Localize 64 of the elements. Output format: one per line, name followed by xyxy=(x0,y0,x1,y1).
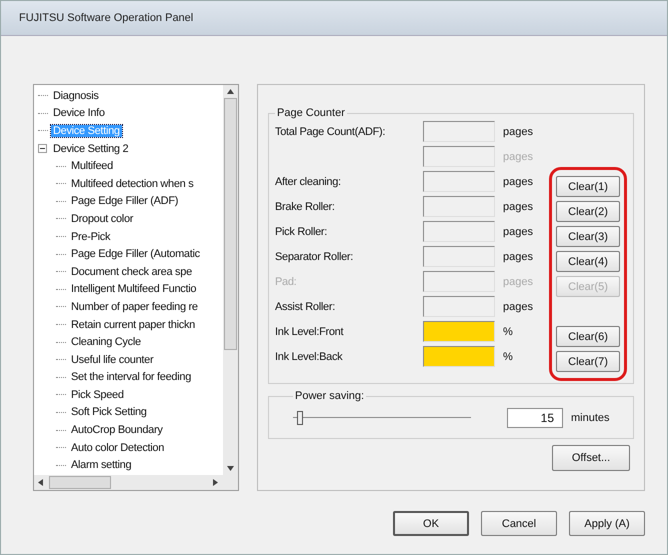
unit-label: pages xyxy=(503,250,533,262)
tree-item[interactable]: Intelligent Multifeed Functio xyxy=(69,283,198,296)
scroll-down-icon[interactable] xyxy=(227,466,234,471)
tree-item[interactable]: AutoCrop Boundary xyxy=(69,424,165,436)
tree-item[interactable]: Multifeed detection when s xyxy=(69,178,196,190)
field-label: Separator Roller: xyxy=(275,250,354,262)
tree-item[interactable]: Set the interval for feeding xyxy=(69,371,194,384)
offset-button[interactable]: Offset... xyxy=(552,445,630,471)
unit-label: % xyxy=(503,326,513,338)
slider-track[interactable] xyxy=(293,409,471,427)
tree-item[interactable]: Cleaning Cycle xyxy=(69,336,143,348)
unit-label: % xyxy=(503,350,513,362)
tree-item[interactable]: Device Setting 2 xyxy=(51,142,130,155)
field-label: Pad: xyxy=(275,276,298,288)
unit-label: pages xyxy=(503,200,533,212)
tree-item[interactable]: Dropout color xyxy=(69,212,136,225)
tree-item[interactable]: Retain current paper thickn xyxy=(69,318,197,331)
clear-button[interactable]: Clear(4) xyxy=(556,251,620,272)
tree-item[interactable]: Soft Pick Setting xyxy=(69,406,149,418)
field-label: Ink Level:Back xyxy=(275,350,344,362)
group-title: Page Counter xyxy=(276,107,346,119)
tree-item[interactable]: Document check area spe xyxy=(69,266,194,278)
tree-item[interactable]: Pre-Pick xyxy=(69,230,112,243)
minutes-field[interactable]: 15 xyxy=(507,408,563,428)
collapse-icon[interactable] xyxy=(38,144,47,154)
vertical-scrollbar[interactable] xyxy=(223,85,238,475)
window-title: FUJITSU Software Operation Panel xyxy=(19,12,194,24)
unit-label: minutes xyxy=(571,412,610,424)
clear-button[interactable]: Clear(3) xyxy=(556,226,620,247)
scroll-right-icon[interactable] xyxy=(213,479,218,486)
group-title: Power saving: xyxy=(294,390,366,402)
scroll-left-icon[interactable] xyxy=(38,479,43,486)
tree-item[interactable]: Alarm setting xyxy=(69,459,134,472)
clear-button[interactable]: Clear(6) xyxy=(556,326,620,347)
tree-item[interactable]: Page Edge Filler (Automatic xyxy=(69,248,202,260)
unit-label: pages xyxy=(503,126,533,138)
tree-item[interactable]: Multifeed xyxy=(69,160,115,172)
unit-label: pages xyxy=(503,176,533,188)
tree-item[interactable]: Auto color Detection xyxy=(69,442,166,454)
unit-label: pages xyxy=(503,150,533,162)
field-label: After cleaning: xyxy=(275,176,342,188)
tree-item[interactable]: Device Info xyxy=(51,107,107,120)
slider-thumb[interactable] xyxy=(296,411,303,425)
clear-button[interactable]: Clear(2) xyxy=(556,201,620,222)
tree-item[interactable]: Diagnosis xyxy=(51,90,101,102)
unit-label: pages xyxy=(503,300,533,312)
dialog-button[interactable]: Apply (A) xyxy=(569,511,645,536)
scroll-up-icon[interactable] xyxy=(227,89,234,94)
tree-item[interactable]: Pick Speed xyxy=(69,388,126,401)
field-label: Total Page Count(ADF): xyxy=(275,126,386,138)
tree-item[interactable]: Useful life counter xyxy=(69,354,156,366)
field-label: Ink Level:Front xyxy=(275,326,344,338)
unit-label: pages xyxy=(503,226,533,238)
unit-label: pages xyxy=(503,276,533,288)
horizontal-scrollbar[interactable] xyxy=(34,475,238,490)
clear-button[interactable]: Clear(7) xyxy=(556,351,620,372)
field-label: Brake Roller: xyxy=(275,200,336,212)
tree-item[interactable]: Page Edge Filler (ADF) xyxy=(69,195,180,208)
dialog-button[interactable]: Cancel xyxy=(481,511,557,536)
tree-item[interactable]: Number of paper feeding re xyxy=(69,300,200,313)
field-label: Pick Roller: xyxy=(275,226,328,238)
dialog-button[interactable]: OK xyxy=(393,511,469,536)
clear-button[interactable]: Clear(1) xyxy=(556,176,620,197)
field-label: Assist Roller: xyxy=(275,300,336,312)
